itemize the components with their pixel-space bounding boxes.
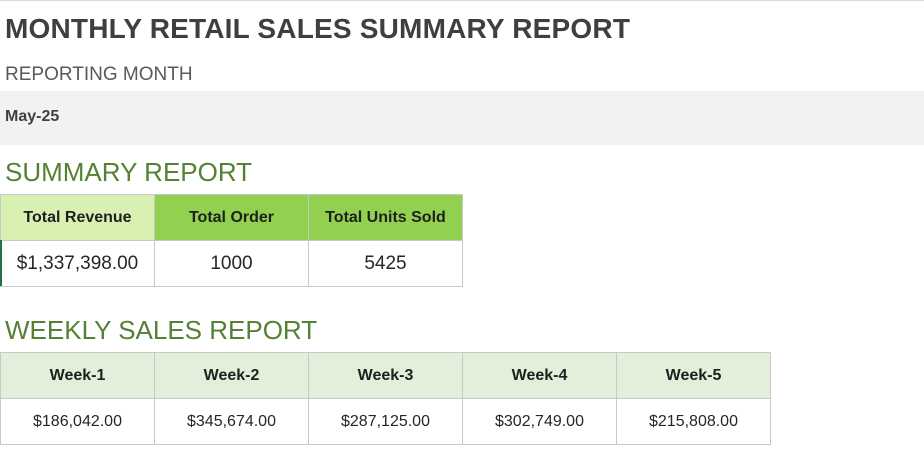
week-5-header[interactable]: Week-5	[616, 352, 771, 399]
weekly-header-row: Week-1 Week-2 Week-3 Week-4 Week-5	[0, 352, 771, 399]
weekly-sales-table: Week-1 Week-2 Week-3 Week-4 Week-5 $186,…	[0, 352, 771, 445]
weekly-sales-report-title[interactable]: WEEKLY SALES REPORT	[5, 315, 317, 346]
reporting-month-value[interactable]: May-25	[5, 108, 59, 126]
summary-values-row: $1,337,398.00 1000 5425	[0, 240, 463, 287]
weekly-values-row: $186,042.00 $345,674.00 $287,125.00 $302…	[0, 398, 771, 445]
total-revenue-header[interactable]: Total Revenue	[0, 194, 155, 241]
week-4-sales-cell[interactable]: $302,749.00	[462, 398, 617, 445]
week-2-header[interactable]: Week-2	[154, 352, 309, 399]
report-title[interactable]: MONTHLY RETAIL SALES SUMMARY REPORT	[5, 13, 630, 45]
reporting-month-band[interactable]: May-25	[0, 91, 924, 145]
total-units-sold-header[interactable]: Total Units Sold	[308, 194, 463, 241]
week-3-sales-cell[interactable]: $287,125.00	[308, 398, 463, 445]
week-2-sales-cell[interactable]: $345,674.00	[154, 398, 309, 445]
summary-header-row: Total Revenue Total Order Total Units So…	[0, 194, 463, 241]
summary-table: Total Revenue Total Order Total Units So…	[0, 194, 463, 287]
total-order-cell[interactable]: 1000	[154, 240, 309, 287]
active-cell-edge	[0, 240, 2, 286]
week-1-header[interactable]: Week-1	[0, 352, 155, 399]
week-4-header[interactable]: Week-4	[462, 352, 617, 399]
total-units-sold-cell[interactable]: 5425	[308, 240, 463, 287]
week-5-sales-cell[interactable]: $215,808.00	[616, 398, 771, 445]
summary-report-title[interactable]: SUMMARY REPORT	[5, 157, 252, 188]
sheet-top-border	[0, 0, 924, 1]
week-1-sales-cell[interactable]: $186,042.00	[0, 398, 155, 445]
week-3-header[interactable]: Week-3	[308, 352, 463, 399]
total-order-header[interactable]: Total Order	[154, 194, 309, 241]
total-revenue-cell[interactable]: $1,337,398.00	[0, 240, 155, 287]
reporting-month-label[interactable]: REPORTING MONTH	[5, 64, 193, 86]
